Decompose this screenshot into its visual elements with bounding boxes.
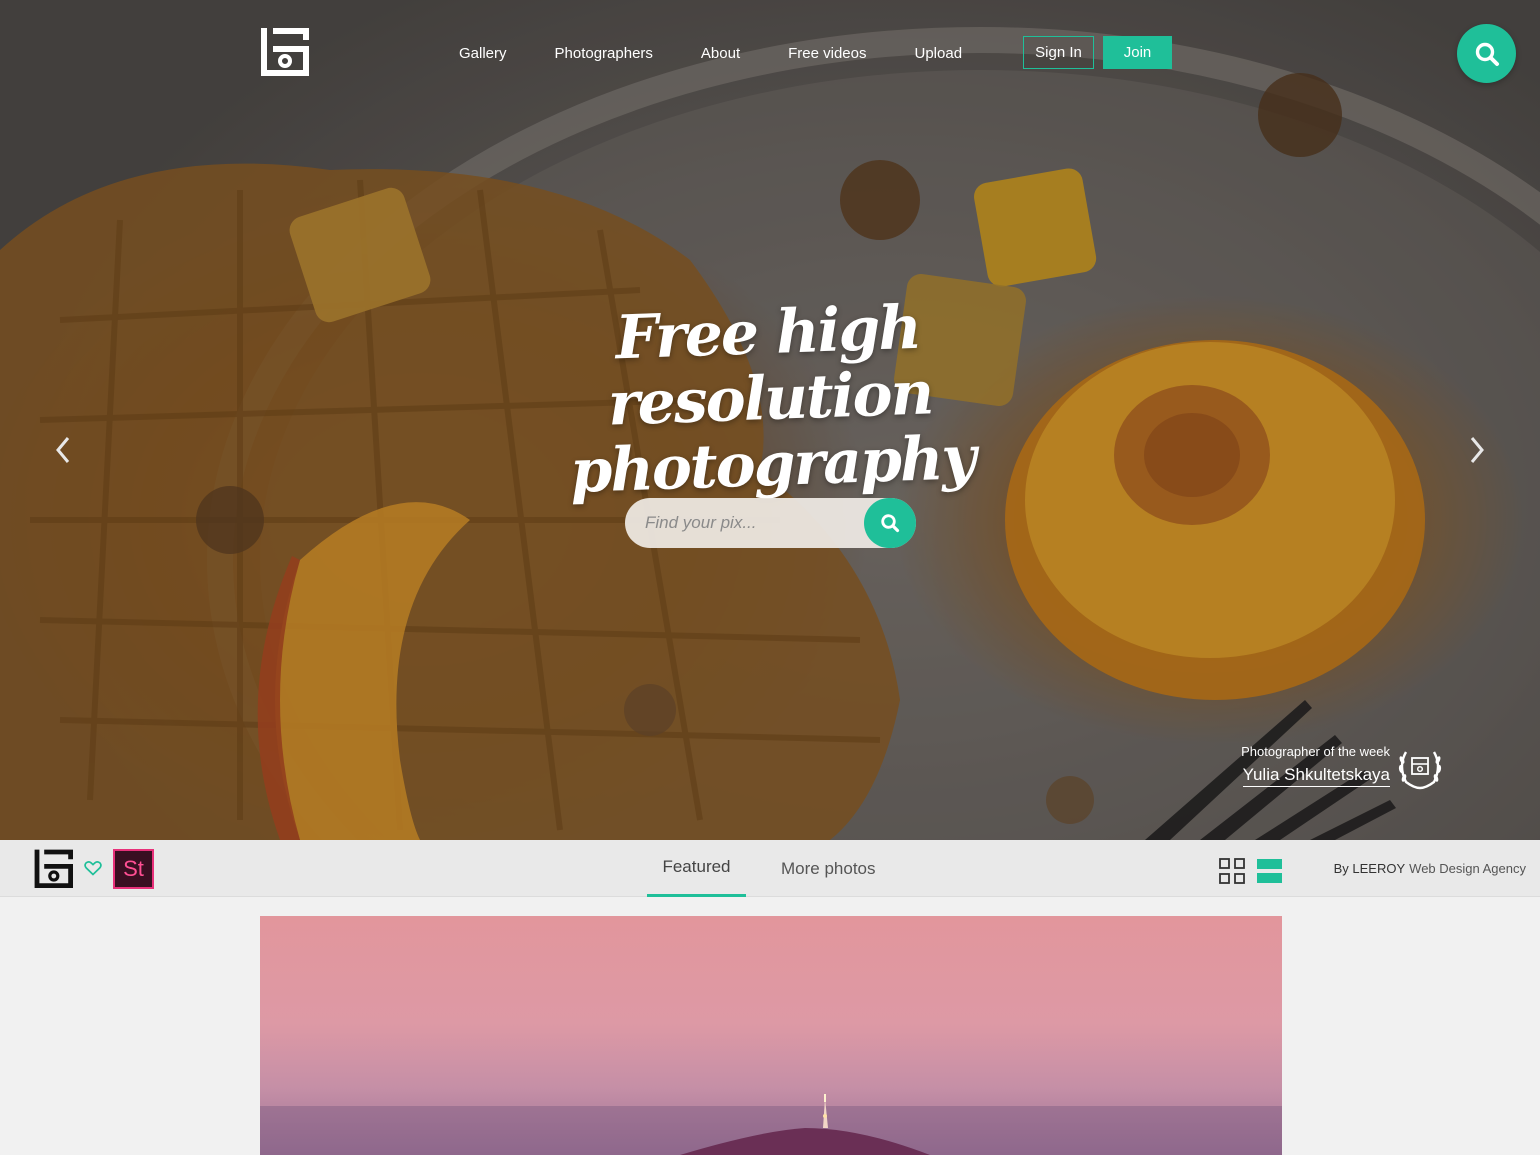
tab-featured[interactable]: Featured	[647, 840, 746, 897]
hero-search-input[interactable]	[625, 498, 865, 548]
featured-photo[interactable]	[260, 916, 1282, 1155]
search-icon	[1475, 42, 1499, 66]
featured-photo-image	[260, 1094, 1282, 1155]
grid-view-icon[interactable]	[1219, 858, 1245, 884]
hero-headline: Free high resolution photography	[467, 290, 1074, 509]
photographer-of-week-name[interactable]: Yulia Shkultetskaya	[1242, 765, 1390, 787]
nav-about[interactable]: About	[701, 45, 740, 62]
list-view-icon[interactable]	[1257, 859, 1282, 884]
sign-in-button[interactable]: Sign In	[1023, 36, 1094, 69]
laurel-badge-icon	[1398, 751, 1442, 790]
nav-gallery[interactable]: Gallery	[459, 45, 507, 62]
main-nav: Gallery Photographers About Free videos …	[459, 37, 1010, 69]
hero-search-button[interactable]	[864, 498, 916, 548]
nav-photographers[interactable]: Photographers	[555, 45, 653, 62]
hero-headline-line1: Free high resolution	[606, 292, 934, 440]
carousel-prev-button[interactable]	[48, 432, 78, 468]
site-logo-icon[interactable]	[259, 26, 309, 76]
gallery-toolbar: St Featured More photos By LEEROY Web De…	[0, 840, 1540, 897]
site-logo-icon[interactable]	[33, 848, 73, 888]
hero-section: Gallery Photographers About Free videos …	[0, 0, 1540, 840]
chevron-left-icon	[56, 437, 70, 463]
agency-credit-by: By LEEROY	[1333, 861, 1406, 876]
photographer-of-week: Photographer of the week Yulia Shkultets…	[1200, 744, 1450, 794]
heart-icon	[84, 861, 102, 876]
tab-more-photos[interactable]: More photos	[766, 840, 891, 897]
photographer-of-week-label: Photographer of the week	[1241, 744, 1390, 759]
nav-upload[interactable]: Upload	[915, 45, 963, 62]
nav-free-videos[interactable]: Free videos	[788, 45, 866, 62]
header-search-button[interactable]	[1457, 24, 1516, 83]
agency-credit-rest: Web Design Agency	[1409, 861, 1526, 876]
agency-credit[interactable]: By LEEROY Web Design Agency	[1334, 840, 1526, 897]
chevron-right-icon	[1470, 437, 1484, 463]
carousel-next-button[interactable]	[1462, 432, 1492, 468]
adobe-stock-badge[interactable]: St	[113, 849, 154, 889]
search-icon	[881, 514, 900, 533]
join-button[interactable]: Join	[1103, 36, 1172, 69]
